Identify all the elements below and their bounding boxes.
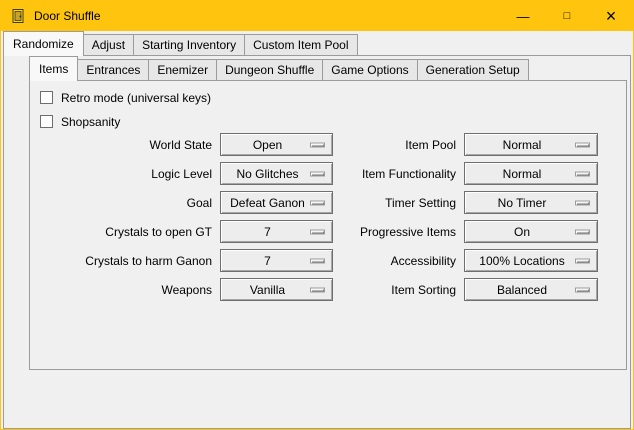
dropdown-indicator-icon [575,229,590,234]
timer-setting-label: Timer Setting [341,196,456,210]
crystals-harm-ganon-dropdown[interactable]: 7 [220,249,333,272]
crystals-open-gt-dropdown[interactable]: 7 [220,220,333,243]
tab-enemizer[interactable]: Enemizer [148,59,217,80]
titlebar[interactable]: Door Shuffle — □ × [1,1,633,31]
logic-level-label: Logic Level [32,167,212,181]
weapons-dropdown[interactable]: Vanilla [220,278,333,301]
goal-value: Defeat Ganon [230,196,305,210]
weapons-label: Weapons [32,283,212,297]
main-tabbar: Randomize Adjust Starting Inventory Cust… [3,33,357,55]
dropdown-indicator-icon [310,287,325,292]
maximize-button[interactable]: □ [545,1,589,31]
window-title: Door Shuffle [34,9,101,23]
retro-mode-checkbox-box[interactable] [40,91,53,104]
item-sorting-dropdown[interactable]: Balanced [464,278,598,301]
crystals-open-gt-value: 7 [264,225,271,239]
accessibility-dropdown[interactable]: 100% Locations [464,249,598,272]
progressive-items-value: On [514,225,530,239]
door-shuffle-window: Door Shuffle — □ × Randomize Adjust Star… [0,0,634,430]
tab-generation-setup[interactable]: Generation Setup [417,59,529,80]
dropdown-indicator-icon [310,142,325,147]
items-tab-pane: Retro mode (universal keys) Shopsanity W… [29,80,627,370]
minimize-button[interactable]: — [501,1,545,31]
dropdown-indicator-icon [310,258,325,263]
crystals-harm-ganon-value: 7 [264,254,271,268]
tab-game-options[interactable]: Game Options [322,59,417,80]
progressive-items-dropdown[interactable]: On [464,220,598,243]
tab-items[interactable]: Items [29,56,78,81]
dropdown-indicator-icon [575,258,590,263]
close-button[interactable]: × [589,1,633,31]
dropdown-indicator-icon [575,200,590,205]
item-pool-dropdown[interactable]: Normal [464,133,598,156]
crystals-open-gt-label: Crystals to open GT [32,225,212,239]
item-sorting-label: Item Sorting [341,283,456,297]
goal-label: Goal [32,196,212,210]
item-sorting-value: Balanced [497,283,547,297]
options-grid: World State Open Item Pool Normal Logic … [32,133,598,301]
item-functionality-label: Item Functionality [341,167,456,181]
randomize-sub-tabbar: Items Entrances Enemizer Dungeon Shuffle… [29,58,528,80]
logic-level-dropdown[interactable]: No Glitches [220,162,333,185]
accessibility-label: Accessibility [341,254,456,268]
logic-level-value: No Glitches [236,167,298,181]
world-state-dropdown[interactable]: Open [220,133,333,156]
minimize-icon: — [517,10,530,23]
app-icon[interactable] [10,8,26,24]
world-state-label: World State [32,138,212,152]
item-pool-value: Normal [503,138,542,152]
item-functionality-value: Normal [503,167,542,181]
accessibility-value: 100% Locations [479,254,564,268]
goal-dropdown[interactable]: Defeat Ganon [220,191,333,214]
timer-setting-dropdown[interactable]: No Timer [464,191,598,214]
tab-dungeon-shuffle[interactable]: Dungeon Shuffle [216,59,323,80]
dropdown-indicator-icon [575,142,590,147]
maximize-icon: □ [564,11,571,22]
shopsanity-checkbox[interactable]: Shopsanity [40,113,120,130]
progressive-items-label: Progressive Items [341,225,456,239]
dropdown-indicator-icon [310,171,325,176]
dropdown-indicator-icon [575,171,590,176]
dropdown-indicator-icon [575,287,590,292]
retro-mode-checkbox-label: Retro mode (universal keys) [61,91,211,105]
close-icon: × [606,7,617,25]
tab-randomize[interactable]: Randomize [3,31,84,56]
weapons-value: Vanilla [250,283,285,297]
tab-custom-item-pool[interactable]: Custom Item Pool [244,34,357,55]
item-functionality-dropdown[interactable]: Normal [464,162,598,185]
tab-entrances[interactable]: Entrances [77,59,149,80]
world-state-value: Open [253,138,282,152]
dropdown-indicator-icon [310,229,325,234]
shopsanity-checkbox-box[interactable] [40,115,53,128]
tab-adjust[interactable]: Adjust [83,34,134,55]
crystals-harm-ganon-label: Crystals to harm Ganon [32,254,212,268]
item-pool-label: Item Pool [341,138,456,152]
dropdown-indicator-icon [310,200,325,205]
timer-setting-value: No Timer [498,196,547,210]
tab-starting-inventory[interactable]: Starting Inventory [133,34,245,55]
shopsanity-checkbox-label: Shopsanity [61,115,120,129]
retro-mode-checkbox[interactable]: Retro mode (universal keys) [40,89,211,106]
